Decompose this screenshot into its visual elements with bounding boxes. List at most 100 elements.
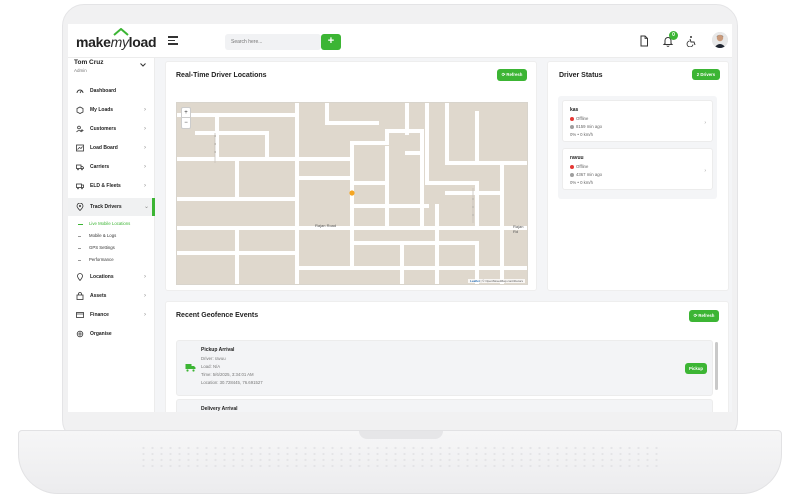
logo-my: my bbox=[110, 28, 129, 50]
sidebar-item-finance[interactable]: Finance › bbox=[68, 308, 155, 322]
road-label: Rajan Rd bbox=[513, 224, 524, 234]
zoom-out-button[interactable]: − bbox=[182, 118, 190, 128]
chevron-right-icon: › bbox=[704, 120, 706, 126]
chevron-right-icon: › bbox=[704, 168, 706, 174]
document-icon[interactable] bbox=[638, 35, 650, 47]
search-add-button[interactable]: + bbox=[321, 34, 341, 50]
active-dash bbox=[78, 223, 83, 225]
laptop-notch bbox=[359, 431, 443, 439]
chevron-right-icon: › bbox=[144, 107, 146, 113]
sidebar-item-dashboard[interactable]: Dashboard bbox=[68, 84, 155, 98]
sidebar-item-label: Load Board bbox=[90, 145, 118, 151]
chevron-right-icon: › bbox=[144, 293, 146, 299]
driver-meta: 0% • 0 km/h bbox=[570, 180, 593, 185]
driver-meta: 0% • 0 km/h bbox=[570, 132, 593, 137]
zoom-in-button[interactable]: + bbox=[182, 108, 190, 118]
clock-icon bbox=[570, 124, 574, 129]
driver-card[interactable]: kas Offline 8159 min ago 0% • 0 km/h › bbox=[562, 100, 713, 142]
sidebar-item-load-board[interactable]: Load Board › bbox=[68, 141, 155, 155]
chevron-down-icon[interactable] bbox=[140, 63, 146, 67]
logo-make: make bbox=[76, 34, 111, 50]
driver-last-seen-text: 4367 min ago bbox=[576, 172, 603, 177]
sidebar-item-organise[interactable]: Organise bbox=[68, 327, 155, 341]
sub-item-label: Performance bbox=[89, 257, 114, 262]
logo-load: load bbox=[128, 34, 157, 50]
sidebar-item-carriers[interactable]: Carriers › bbox=[68, 160, 155, 174]
sidebar-item-label: Carriers bbox=[90, 164, 110, 170]
driver-marker[interactable] bbox=[349, 190, 355, 196]
driver-last-seen: 4367 min ago bbox=[570, 172, 602, 177]
laptop-base bbox=[18, 430, 782, 494]
event-list-scrollbar[interactable] bbox=[715, 342, 718, 390]
sidebar-item-customers[interactable]: Customers › bbox=[68, 122, 155, 136]
notification-badge: 0 bbox=[669, 31, 678, 40]
geofence-event[interactable]: Pickup Arrival Driver: ravuu Load: N/A T… bbox=[176, 340, 713, 396]
driver-status: Offline bbox=[570, 164, 588, 169]
logo-my-text: my bbox=[110, 34, 129, 50]
bullet-dash bbox=[78, 235, 81, 237]
geofence-refresh-button[interactable]: ⟳ Refresh bbox=[689, 310, 719, 322]
avatar-image bbox=[712, 32, 728, 48]
driver-status-card: Driver Status 2 Drivers kas Offline 8159… bbox=[547, 61, 729, 291]
sidebar-item-label: My Loads bbox=[90, 107, 114, 113]
brand-logo[interactable]: make myload bbox=[76, 28, 157, 50]
sidebar-item-locations[interactable]: Locations › bbox=[68, 270, 155, 284]
sidebar-item-assets[interactable]: Assets › bbox=[68, 289, 155, 303]
sidebar-item-my-loads[interactable]: My Loads › bbox=[68, 103, 155, 117]
sub-item-live-mobile-locations[interactable]: Live Mobile Locations bbox=[78, 221, 130, 229]
sub-item-label: GPS Settings bbox=[89, 245, 115, 250]
driver-status-title: Driver Status bbox=[559, 72, 603, 79]
sub-item-performance[interactable]: Performance bbox=[78, 257, 114, 265]
box-icon bbox=[76, 106, 84, 114]
user-name[interactable]: Tom Cruz bbox=[74, 59, 104, 66]
search-input[interactable] bbox=[225, 34, 321, 50]
sidebar-item-label: Organise bbox=[90, 331, 112, 337]
chevron-right-icon: › bbox=[144, 145, 146, 151]
driver-status: Offline bbox=[570, 116, 588, 121]
chevron-right-icon: › bbox=[144, 183, 146, 189]
map-attribution: Leaflet | © OpenStreetMap contributors bbox=[468, 279, 525, 283]
driver-last-seen-text: 8159 min ago bbox=[576, 124, 603, 129]
menu-toggle-icon[interactable] bbox=[168, 36, 178, 45]
top-bar: makemyload + 0 bbox=[68, 24, 732, 58]
sidebar-item-label: Assets bbox=[90, 293, 107, 299]
sidebar: Tom Cruz Admin Dashboard My Loads › Cust… bbox=[68, 58, 155, 412]
leaflet-link[interactable]: Leaflet bbox=[470, 279, 480, 283]
sidebar-item-label: Locations bbox=[90, 274, 114, 280]
accessibility-icon[interactable] bbox=[685, 35, 697, 47]
chevron-right-icon: › bbox=[144, 126, 146, 132]
map-refresh-button[interactable]: ⟳ Refresh bbox=[497, 69, 527, 81]
sub-item-label: Live Mobile Locations bbox=[89, 221, 131, 226]
event-load: Load: N/A bbox=[201, 364, 221, 369]
driver-card[interactable]: ravuu Offline 4367 min ago 0% • 0 km/h › bbox=[562, 148, 713, 190]
active-indicator bbox=[152, 198, 155, 216]
offline-dot bbox=[570, 164, 574, 169]
geofence-event[interactable]: Delivery Arrival bbox=[176, 399, 713, 412]
app-screen: makemyload + 0 Tom Cruz Admin Dashboard bbox=[68, 24, 732, 412]
pin-icon bbox=[76, 203, 84, 211]
sidebar-item-label: Track Drivers bbox=[90, 204, 122, 210]
map-zoom-control: + − bbox=[181, 107, 191, 129]
user-avatar[interactable] bbox=[712, 32, 728, 48]
dashboard-icon bbox=[76, 89, 84, 94]
driver-list: kas Offline 8159 min ago 0% • 0 km/h › r… bbox=[558, 96, 717, 199]
driver-last-seen: 8159 min ago bbox=[570, 124, 602, 129]
sub-item-gps-settings[interactable]: GPS Settings bbox=[78, 245, 115, 253]
sidebar-item-track-drivers[interactable]: Track Drivers ⌄ bbox=[68, 198, 155, 216]
chevron-right-icon: › bbox=[144, 312, 146, 318]
geofence-title: Recent Geofence Events bbox=[176, 312, 259, 319]
driver-count-badge: 2 Drivers bbox=[692, 69, 720, 80]
sidebar-item-label: Finance bbox=[90, 312, 109, 318]
chevron-down-icon: ⌄ bbox=[144, 204, 150, 210]
driver-name: kas bbox=[570, 107, 579, 113]
sidebar-item-label: Dashboard bbox=[90, 88, 117, 94]
geofence-card: Recent Geofence Events ⟳ Refresh Pickup … bbox=[165, 301, 729, 412]
logo-roof-icon bbox=[112, 28, 129, 36]
laptop-keyboard bbox=[139, 445, 663, 471]
laptop-mockup: makemyload + 0 Tom Cruz Admin Dashboard bbox=[0, 0, 800, 500]
truck-icon bbox=[185, 364, 196, 372]
sub-item-mobile-logs[interactable]: Mobile & Logs bbox=[78, 233, 116, 241]
driver-status-text: Offline bbox=[576, 116, 589, 121]
sidebar-item-eld-fleets[interactable]: ELD & Fleets › bbox=[68, 179, 155, 193]
driver-map[interactable]: + − Rajan Road Rajan Rd Leaflet | © Open… bbox=[176, 102, 528, 285]
